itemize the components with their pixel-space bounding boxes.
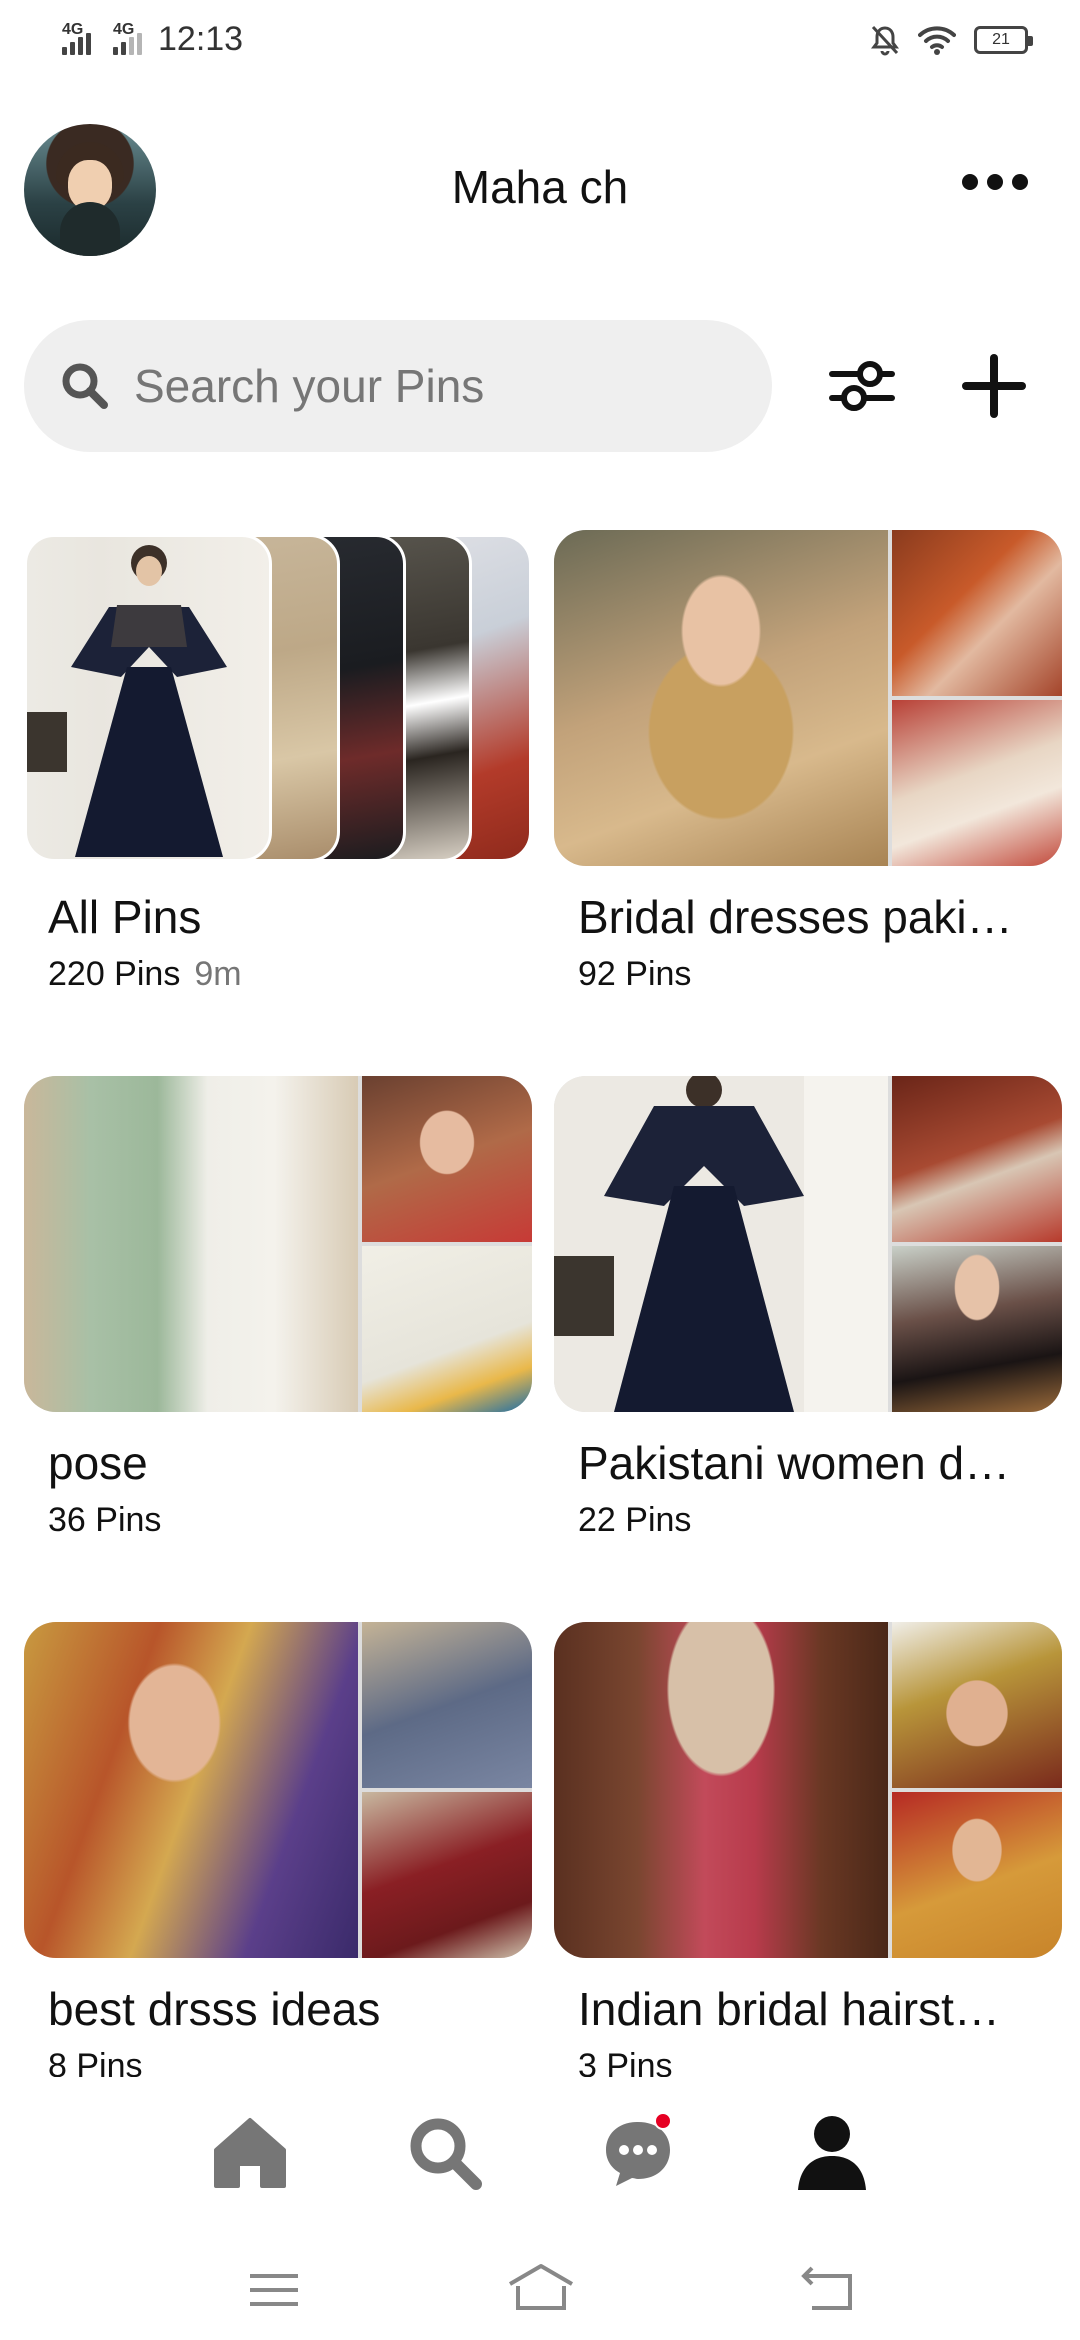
board-meta: 8 Pins (48, 2047, 143, 2077)
board-cover (554, 530, 1062, 866)
status-time: 12:13 (158, 20, 244, 58)
pin-thumbnail (24, 1622, 358, 1958)
profile-icon[interactable] (792, 2112, 872, 2192)
pin-thumbnail (554, 530, 888, 866)
navy-dress-image (27, 545, 227, 857)
pin-thumbnail (554, 1076, 888, 1412)
board-card-bridal-dresses[interactable]: Bridal dresses paki… 92 Pins (554, 530, 1062, 993)
pin-count: 8 Pins (48, 2047, 143, 2077)
battery-icon: 21 (974, 26, 1033, 54)
pin-thumbnail (892, 1076, 1062, 1242)
pin-thumbnail (892, 1792, 1062, 1958)
board-meta: 36 Pins (48, 1501, 161, 1540)
board-cover (554, 1076, 1062, 1412)
pin-thumbnail (554, 1622, 888, 1958)
pin-count: 3 Pins (578, 2047, 673, 2077)
board-cover (24, 1622, 532, 1958)
system-navigation (0, 2240, 1080, 2340)
board-cover (554, 1622, 1062, 1958)
board-cover (24, 1076, 532, 1412)
board-title: All Pins (48, 891, 202, 943)
search-input[interactable] (134, 359, 694, 413)
board-title: Pakistani women d… (578, 1437, 1011, 1489)
search-icon[interactable] (404, 2112, 484, 2192)
network-type-label: 4G (113, 20, 135, 38)
board-meta: 92 Pins (578, 955, 691, 994)
filter-sliders-icon[interactable] (826, 350, 898, 422)
board-meta: 3 Pins (578, 2047, 673, 2077)
messages-icon[interactable] (598, 2112, 678, 2192)
more-dots-icon[interactable] (962, 170, 1028, 194)
status-bar: 4G 4G 12:13 21 (0, 0, 1080, 84)
board-card-pose[interactable]: pose 36 Pins (24, 1076, 532, 1539)
board-meta: 22 Pins (578, 1501, 691, 1540)
board-card-pakistani-women[interactable]: Pakistani women d… 22 Pins (554, 1076, 1062, 1539)
menu-icon[interactable] (244, 2260, 304, 2320)
board-title: Indian bridal hairst… (578, 1983, 1000, 2035)
pin-thumbnail (362, 1622, 532, 1788)
pin-thumbnail (362, 1792, 532, 1958)
home-icon[interactable] (210, 2112, 290, 2192)
pin-count: 22 Pins (578, 1501, 692, 1539)
pin-thumbnail (892, 530, 1062, 696)
plus-icon[interactable] (958, 350, 1030, 422)
notification-dot (654, 2112, 672, 2130)
back-icon[interactable] (798, 2260, 858, 2320)
pin-thumbnail (892, 1246, 1062, 1412)
board-card-all-pins[interactable]: All Pins 220 Pins 9m (24, 530, 532, 993)
wifi-icon (918, 26, 956, 55)
pin-thumbnail (24, 534, 272, 862)
battery-level: 21 (992, 31, 1010, 48)
board-cover (24, 530, 532, 866)
board-card-indian-bridal-hair[interactable]: Indian bridal hairst… 3 Pins (554, 1622, 1062, 2077)
home-outline-icon[interactable] (506, 2260, 576, 2320)
pin-count: 220 Pins (48, 955, 181, 993)
search-icon (62, 363, 108, 409)
bottom-navigation (0, 2082, 1080, 2222)
signal-icon: 4G (62, 21, 91, 55)
pin-thumbnail (24, 1076, 358, 1412)
signal-icon: 4G (113, 21, 142, 55)
updated-time: 9m (194, 955, 242, 993)
board-card-best-dress-ideas[interactable]: best drsss ideas 8 Pins (24, 1622, 532, 2077)
profile-name: Maha ch (451, 161, 629, 213)
pin-thumbnail (892, 1622, 1062, 1788)
board-title: Bridal dresses paki… (578, 891, 1013, 943)
pin-thumbnail (892, 700, 1062, 866)
mute-bell-icon (871, 25, 899, 56)
board-meta: 220 Pins 9m (48, 955, 242, 994)
board-title: best drsss ideas (48, 1983, 381, 2035)
pin-count: 36 Pins (48, 1501, 162, 1539)
pin-thumbnail (362, 1246, 532, 1412)
board-title: pose (48, 1437, 148, 1489)
pin-count: 92 Pins (578, 955, 692, 993)
pin-thumbnail (362, 1076, 532, 1242)
search-bar[interactable] (24, 320, 772, 452)
network-type-label: 4G (62, 20, 84, 38)
